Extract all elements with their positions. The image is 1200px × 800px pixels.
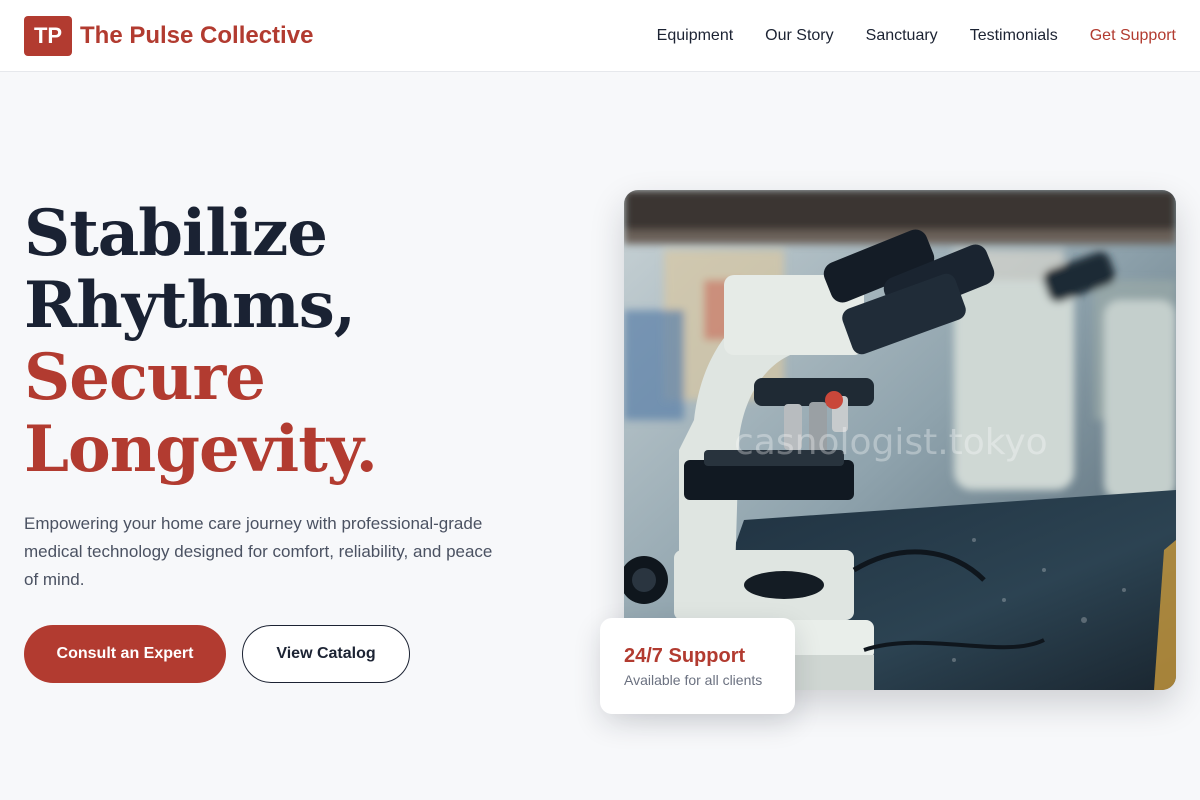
support-card: 24/7 Support Available for all clients bbox=[600, 618, 795, 714]
hero-image-microscopes: casnologist.tokyo bbox=[624, 190, 1176, 690]
headline-line-2: Rhythms, bbox=[24, 268, 356, 343]
nav-sanctuary[interactable]: Sanctuary bbox=[866, 24, 938, 48]
main-nav: Equipment Our Story Sanctuary Testimonia… bbox=[657, 24, 1176, 48]
hero-description: Empowering your home care journey with p… bbox=[24, 514, 493, 589]
hero-headline: Stabilize Rhythms, Secure Longevity. bbox=[24, 198, 544, 486]
consult-expert-button[interactable]: Consult an Expert bbox=[24, 625, 226, 683]
nav-get-support[interactable]: Get Support bbox=[1090, 24, 1176, 48]
headline-line-4: Longevity. bbox=[24, 412, 378, 487]
support-subtitle: Available for all clients bbox=[624, 672, 763, 688]
image-watermark: casnologist.tokyo bbox=[734, 422, 1048, 463]
nav-our-story[interactable]: Our Story bbox=[765, 24, 833, 48]
site-header: TP The Pulse Collective Equipment Our St… bbox=[0, 0, 1200, 72]
view-catalog-button[interactable]: View Catalog bbox=[242, 625, 410, 683]
support-title: 24/7 Support bbox=[624, 645, 746, 667]
brand-name[interactable]: The Pulse Collective bbox=[80, 20, 313, 52]
nav-testimonials[interactable]: Testimonials bbox=[970, 24, 1058, 48]
headline-line-3: Secure bbox=[24, 340, 266, 415]
nav-equipment[interactable]: Equipment bbox=[657, 24, 734, 48]
headline-line-1: Stabilize bbox=[24, 196, 328, 271]
logo-badge[interactable]: TP bbox=[24, 16, 72, 56]
